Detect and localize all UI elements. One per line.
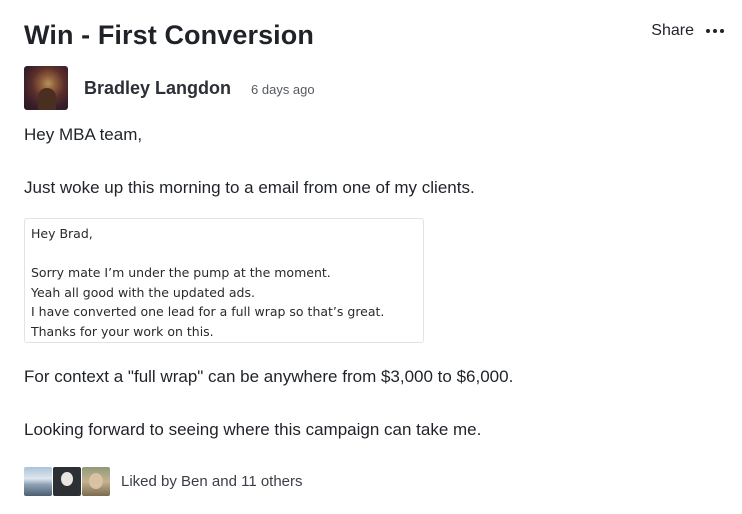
email-line [31, 244, 417, 264]
email-screenshot-image[interactable]: Hey Brad, Sorry mate I’m under the pump … [24, 218, 424, 343]
liker-avatar[interactable] [53, 467, 81, 496]
email-line: Sorry mate I’m under the pump at the mom… [31, 265, 331, 280]
post-title: Win - First Conversion [24, 20, 314, 50]
liker-avatar[interactable] [82, 467, 110, 496]
post: Win - First Conversion Share Bradley Lan… [24, 0, 724, 514]
author-name[interactable]: Bradley Langdon [84, 78, 231, 99]
header-actions: Share [651, 22, 724, 40]
email-line: Hey Brad, [31, 226, 93, 241]
liker-avatar[interactable] [24, 467, 52, 496]
likes-row: Liked by Ben and 11 others [24, 467, 303, 496]
likes-summary-link[interactable]: Liked by Ben and 11 others [121, 473, 303, 490]
email-line: Thanks for your work on this. [31, 323, 214, 339]
email-line: Yeah all good with the updated ads. [31, 284, 255, 300]
author-avatar[interactable] [24, 66, 68, 110]
more-options-icon[interactable] [706, 25, 724, 37]
dot [720, 29, 724, 33]
post-paragraph: Just woke up this morning to a email fro… [24, 178, 475, 197]
author-row: Bradley Langdon 6 days ago [24, 66, 315, 110]
dot [713, 29, 717, 33]
dot [706, 29, 710, 33]
post-timestamp: 6 days ago [251, 82, 315, 97]
share-button[interactable]: Share [651, 22, 694, 40]
post-paragraph: For context a "full wrap" can be anywher… [24, 367, 514, 386]
post-header: Win - First Conversion Share [24, 18, 724, 58]
post-paragraph: Looking forward to seeing where this cam… [24, 420, 482, 439]
post-paragraph: Hey MBA team, [24, 125, 143, 144]
email-line: I have converted one lead for a full wra… [31, 304, 385, 319]
